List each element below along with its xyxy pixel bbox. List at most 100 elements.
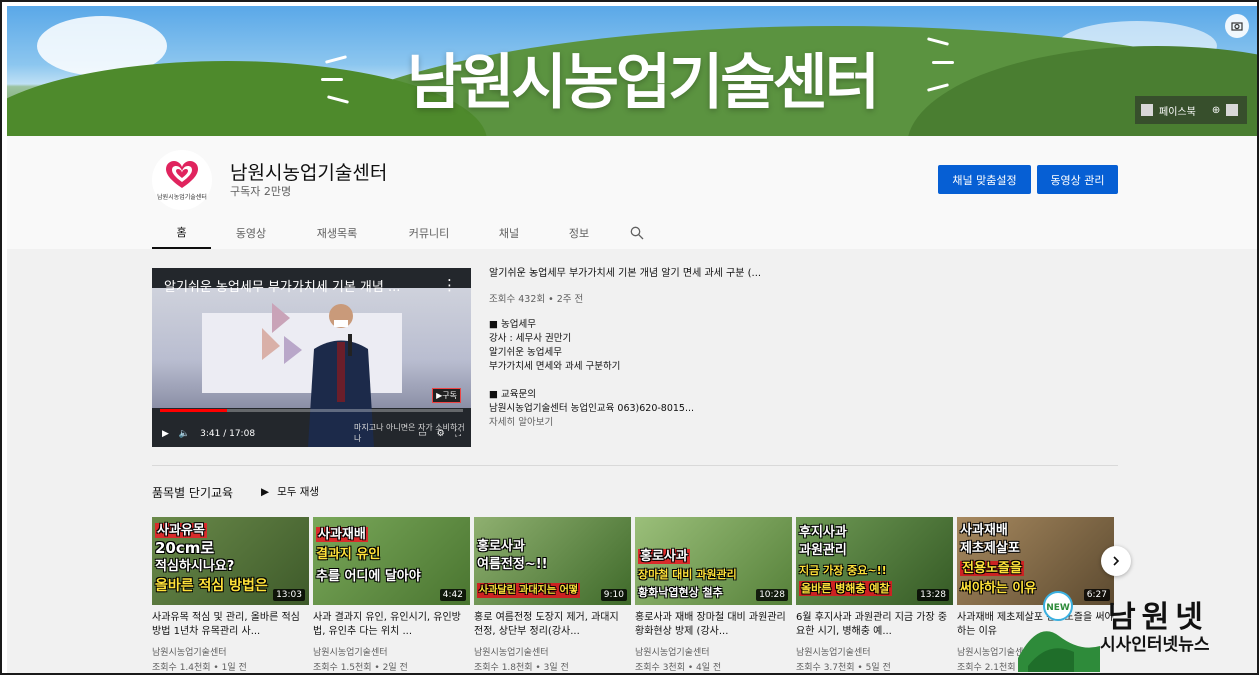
video-title[interactable]: 홍로 여름전정 도장지 제거, 과대지 전정, 상단부 정리(강사... [474, 611, 631, 639]
thumbnail-caption: 사과재배 [960, 523, 1008, 538]
link-icon [1226, 104, 1239, 116]
browser-frame: 남원시농업기술센터 페이스북 ⊕ 남원시농업기술센터 남원시농업기술센터 구독자… [0, 0, 1259, 675]
video-stats: 조회수 3.7천회 • 5일 전 [796, 663, 891, 673]
description-line: 남원시농업기술센터 농업인교육 063)620-8015... [489, 403, 695, 414]
tab-home[interactable]: 홈 [152, 216, 211, 249]
description-line: 알기쉬운 농업세무 [489, 347, 562, 358]
watermark-logo: NEW 남원넷 시사인터넷뉴스 [1018, 586, 1253, 672]
video-channel[interactable]: 남원시농업기술센터 [152, 645, 309, 658]
channel-name: 남원시농업기술센터 [230, 162, 388, 184]
watermark-line2: 시사인터넷뉴스 [1100, 635, 1210, 655]
shelf-title[interactable]: 품목별 단기교육 [152, 484, 233, 501]
channel-header: 남원시농업기술센터 남원시농업기술센터 구독자 2만명 채널 맞춤설정 동영상 … [7, 136, 1257, 249]
featured-video-player[interactable]: 알기쉬운 농업세무 부가가치세 기본 개념 ... ⋮ ▶구독 마지고나 아니면… [152, 268, 471, 447]
video-controls: ▶ 🔈 3:41 / 17:08 ▭ ⚙ ⛶ [152, 420, 471, 447]
thumbnail-caption: 홍로사과 [477, 539, 525, 554]
video-card[interactable]: 후지사과 과원관리 지금 가장 중요~!! 올바른 병해충 예찰 13:28 6… [796, 517, 953, 673]
channel-banner: 남원시농업기술센터 페이스북 ⊕ [7, 6, 1257, 136]
video-progress-bar[interactable] [160, 409, 463, 412]
video-thumbnail[interactable]: 홍로사과 장마철 대비 과원관리 황화낙엽현상 철추 10:28 [635, 517, 792, 605]
video-card[interactable]: 사과유목 20cm로 적심하시나요? 올바른 적심 방법은 13:03 사과유목… [152, 517, 309, 673]
video-thumbnail[interactable]: 사과재배 결과지 유인 추를 어디에 달아야 4:42 [313, 517, 470, 605]
description-line: ■ 교육문의 [489, 389, 536, 400]
video-title[interactable]: 사과 결과지 유인, 유인시기, 유인방법, 유인추 다는 위치 ... [313, 611, 470, 639]
thumbnail-caption: 결과지 유인 [316, 547, 381, 562]
thumbnail-caption: 전용노즐을 [960, 561, 1024, 576]
customize-channel-button[interactable]: 채널 맞춤설정 [938, 165, 1031, 194]
settings-icon[interactable]: ⚙ [437, 429, 445, 439]
banner-social-links[interactable]: 페이스북 ⊕ [1135, 96, 1247, 124]
thumbnail-caption: 올바른 병해충 예찰 [799, 581, 892, 596]
search-icon[interactable] [615, 216, 659, 249]
banner-decoration [932, 61, 954, 64]
video-channel[interactable]: 남원시농업기술센터 [635, 645, 792, 658]
video-channel[interactable]: 남원시농업기술센터 [796, 645, 953, 658]
play-icon[interactable]: ▶ [162, 429, 169, 439]
description-line: ■ 농업세무 [489, 319, 536, 330]
video-card[interactable]: 홍로사과 여름전정~!! 사과달린 과대지는 어떻 9:10 홍로 여름전정 도… [474, 517, 631, 673]
thumbnail-caption: 사과달린 과대지는 어떻 [477, 583, 580, 598]
thumbnail-caption: 제초제살포 [960, 541, 1020, 556]
thumbnail-caption: 과원관리 [799, 543, 847, 558]
heart-logo-icon [166, 160, 198, 188]
fullscreen-icon[interactable]: ⛶ [455, 429, 461, 439]
video-duration: 13:28 [917, 589, 949, 601]
tab-about[interactable]: 정보 [543, 216, 615, 249]
subtitles-icon[interactable]: ▭ [418, 429, 427, 439]
video-duration: 9:10 [600, 589, 627, 601]
featured-video-description: 알기쉬운 농업세무 부가가치세 기본 개념 알기 면세 과세 구분 (... 조… [489, 267, 809, 430]
featured-video-meta: 조회수 432회 • 2주 전 [489, 294, 584, 305]
featured-video-title[interactable]: 알기쉬운 농업세무 부가가치세 기본 개념 알기 면세 과세 구분 (... [489, 267, 809, 281]
tab-playlists[interactable]: 재생목록 [291, 216, 383, 249]
video-card[interactable]: 사과재배 결과지 유인 추를 어디에 달아야 4:42 사과 결과지 유인, 유… [313, 517, 470, 673]
video-title[interactable]: 사과유목 적심 및 관리, 올바른 적심방법 1년차 유목관리 사... [152, 611, 309, 639]
video-title[interactable]: 홍로사과 재배 장마철 대비 과원관리 황화현상 방제 (강사... [635, 611, 792, 639]
video-stats: 조회수 1.5천회 • 2일 전 [313, 663, 408, 673]
tab-videos[interactable]: 동영상 [211, 216, 291, 249]
play-all-label: 모두 재생 [277, 486, 320, 498]
more-vert-icon[interactable]: ⋮ [442, 276, 457, 294]
thumbnail-caption: 적심하시나요? [155, 559, 235, 574]
thumbnail-caption: 여름전정~!! [477, 557, 548, 572]
banner-link-label: 페이스북 [1159, 106, 1196, 118]
video-thumbnail[interactable]: 사과유목 20cm로 적심하시나요? 올바른 적심 방법은 13:03 [152, 517, 309, 605]
video-duration: 4:42 [439, 589, 466, 601]
camera-icon[interactable] [1225, 14, 1249, 38]
description-line: 강사 : 세무사 권만기 [489, 333, 572, 344]
video-card[interactable]: 홍로사과 장마철 대비 과원관리 황화낙엽현상 철추 10:28 홍로사과 재배… [635, 517, 792, 673]
thumbnail-caption: 후지사과 [799, 525, 847, 540]
video-title[interactable]: 6월 후지사과 과원관리 지금 가장 중요한 시기, 병해충 예... [796, 611, 953, 639]
thumbnail-caption: 장마철 대비 과원관리 [638, 568, 737, 581]
avatar-caption: 남원시농업기술센터 [157, 193, 207, 201]
thumbnail-caption: 사과유목 [155, 523, 207, 538]
chevron-right-icon[interactable] [1101, 546, 1131, 576]
video-logo-shapes [262, 303, 302, 364]
video-channel[interactable]: 남원시농업기술센터 [474, 645, 631, 658]
facebook-icon [1141, 104, 1153, 116]
video-time: 3:41 / 17:08 [200, 428, 256, 439]
banner-title: 남원시농업기술센터 [407, 48, 880, 118]
video-thumbnail[interactable]: 후지사과 과원관리 지금 가장 중요~!! 올바른 병해충 예찰 13:28 [796, 517, 953, 605]
tab-channels[interactable]: 채널 [475, 216, 543, 249]
banner-decoration [321, 78, 343, 81]
avatar[interactable]: 남원시농업기술센터 [152, 150, 212, 210]
subscribe-badge-label: 구독 [442, 391, 457, 400]
video-thumbnail[interactable]: 홍로사과 여름전정~!! 사과달린 과대지는 어떻 9:10 [474, 517, 631, 605]
watermark-badge: NEW [1046, 603, 1070, 613]
volume-icon[interactable]: 🔈 [179, 429, 190, 439]
thumbnail-caption: 홍로사과 [638, 549, 690, 564]
tab-community[interactable]: 커뮤니티 [383, 216, 475, 249]
subscribe-badge[interactable]: ▶구독 [432, 388, 461, 403]
globe-icon: ⊕ [1211, 104, 1221, 116]
play-all-button[interactable]: ▶ 모두 재생 [261, 484, 319, 499]
channel-tabs: 홈 동영상 재생목록 커뮤니티 채널 정보 [152, 216, 659, 249]
banner-decoration [324, 55, 348, 64]
manage-videos-button[interactable]: 동영상 관리 [1037, 165, 1118, 194]
description-line: 부가가치세 면세와 과세 구분하기 [489, 361, 621, 372]
video-channel[interactable]: 남원시농업기술센터 [313, 645, 470, 658]
video-progress-fill [160, 409, 227, 412]
read-more-link[interactable]: 자세히 알아보기 [489, 416, 809, 430]
watermark-emblem-icon: NEW [1018, 591, 1100, 672]
video-duration: 10:28 [756, 589, 788, 601]
video-stats: 조회수 1.8천회 • 3일 전 [474, 663, 569, 673]
